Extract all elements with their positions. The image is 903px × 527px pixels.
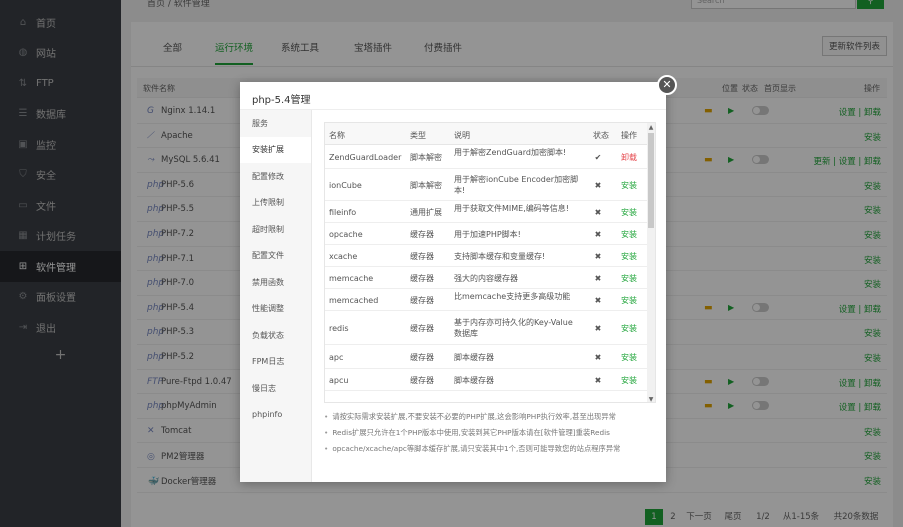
ext-op-button[interactable]: 卸载 <box>621 152 645 163</box>
modal-nav-item[interactable]: 负载状态 <box>240 322 311 349</box>
bullet-icon: • <box>324 428 329 437</box>
extension-row: ZendGuardLoader 脚本解密 用于解密ZendGuard加密脚本! … <box>325 145 649 169</box>
extension-row: xcache 缓存器 支持脚本缓存和变量缓存! ✖ 安装 <box>325 245 649 267</box>
ext-op-button[interactable]: 安装 <box>621 251 645 262</box>
ext-type: 缓存器 <box>410 375 434 385</box>
ext-op-button[interactable]: 安装 <box>621 229 645 240</box>
modal-nav-item[interactable]: 慢日志 <box>240 375 311 402</box>
ext-desc: 脚本缓存器 <box>454 375 494 385</box>
ext-desc: 用于解密ionCube Encoder加密脚本! <box>454 175 579 195</box>
ext-status-icon: ✖ <box>594 323 602 333</box>
modal-nav: 服务 安装扩展 配置修改 上传限制 超时限制 配置文件 禁用函数 性能调整 负载状态 FPM日志慢… <box>240 110 312 482</box>
ext-type: 缓存器 <box>410 295 434 305</box>
ext-status-icon: ✖ <box>594 352 602 362</box>
ext-status-icon: ✖ <box>594 207 602 217</box>
modal-nav-item[interactable]: 配置修改 <box>240 163 311 190</box>
ext-type: 缓存器 <box>410 323 434 333</box>
ext-name: ZendGuardLoader <box>329 152 402 162</box>
ext-desc: 用于解密ZendGuard加密脚本! <box>454 148 567 157</box>
modal-title: php-5.4管理 <box>252 95 311 106</box>
ext-status-icon: ✖ <box>594 273 602 283</box>
extension-row: ionCube 脚本解密 用于解密ionCube Encoder加密脚本! ✖ … <box>325 169 649 201</box>
ext-type: 脚本解密 <box>410 180 442 190</box>
ext-op-button[interactable]: 安装 <box>621 180 645 191</box>
php-manage-modal: php-5.4管理 服务 安装扩展 配置修改 上传限制 超时限制 配置文件 禁用函数 性能调整… <box>240 82 666 482</box>
modal-nav-item[interactable]: 服务 <box>240 110 311 137</box>
note-text: Redis扩展只允许在1个PHP版本中使用,安装到其它PHP版本请在[软件管理]… <box>332 428 610 437</box>
ext-op-button[interactable]: 安装 <box>621 207 645 218</box>
ext-name: xcache <box>329 251 358 261</box>
note-item: • 请按实际需求安装扩展,不要安装不必要的PHP扩展,这会影响PHP执行效率,甚至… <box>324 412 660 422</box>
scroll-down-icon[interactable]: ▼ <box>647 396 655 402</box>
ext-status-icon: ✔ <box>594 152 602 162</box>
ext-col-op: 操作 <box>621 131 637 140</box>
note-item: • Redis扩展只允许在1个PHP版本中使用,安装到其它PHP版本请在[软件管理… <box>324 428 660 438</box>
ext-type: 通用扩展 <box>410 207 442 217</box>
ext-name: memcached <box>329 295 379 305</box>
ext-col-status: 状态 <box>593 131 609 140</box>
ext-op-button[interactable]: 安装 <box>621 375 645 386</box>
ext-desc: 脚本缓存器 <box>454 352 494 362</box>
modal-nav-item[interactable]: 安装扩展 <box>240 136 311 163</box>
ext-desc: 比memcache支持更多高级功能 <box>454 292 571 301</box>
ext-status-icon: ✖ <box>594 251 602 261</box>
extension-row: memcache 缓存器 强大的内容缓存器 ✖ 安装 <box>325 267 649 289</box>
bullet-icon: • <box>324 444 329 453</box>
notes: • 请按实际需求安装扩展,不要安装不必要的PHP扩展,这会影响PHP执行效率,甚至… <box>324 412 660 460</box>
ext-type: 缓存器 <box>410 352 434 362</box>
ext-desc: 基于内存亦可持久化的Key-Value数据库 <box>454 318 573 338</box>
ext-op-button[interactable]: 安装 <box>621 323 645 334</box>
note-text: 请按实际需求安装扩展,不要安装不必要的PHP扩展,这会影响PHP执行效率,甚至出… <box>332 412 616 421</box>
extension-row: redis 缓存器 基于内存亦可持久化的Key-Value数据库 ✖ 安装 <box>325 311 649 345</box>
ext-name: redis <box>329 323 349 333</box>
modal-nav-item[interactable]: 上传限制 <box>240 190 311 217</box>
ext-op-button[interactable]: 安装 <box>621 295 645 306</box>
ext-type: 脚本解密 <box>410 152 442 162</box>
ext-status-icon: ✖ <box>594 375 602 385</box>
ext-col-type: 类型 <box>410 131 426 140</box>
scrollbar-thumb[interactable] <box>648 133 654 228</box>
ext-col-desc: 说明 <box>454 131 470 140</box>
note-item: • opcache/xcache/apc等脚本缓存扩展,请只安装其中1个,否则可能… <box>324 444 660 454</box>
ext-name: ionCube <box>329 180 362 190</box>
ext-name: apcu <box>329 375 349 385</box>
modal-nav-item[interactable]: 配置文件 <box>240 243 311 270</box>
extension-table: 名称 类型 说明 状态 操作 ZendGuardLoader 脚本解密 用于解密… <box>324 122 656 403</box>
ext-desc: 支持脚本缓存和变量缓存! <box>454 251 546 261</box>
modal-nav-item[interactable]: 性能调整 <box>240 296 311 323</box>
extension-row: apc 缓存器 脚本缓存器 ✖ 安装 <box>325 345 649 369</box>
ext-op-button[interactable]: 安装 <box>621 273 645 284</box>
extension-row: apcu 缓存器 脚本缓存器 ✖ 安装 <box>325 369 649 391</box>
modal-nav-item[interactable]: 禁用函数 <box>240 269 311 296</box>
ext-desc: 用于获取文件MIME,编码等信息! <box>454 204 569 213</box>
modal-nav-item[interactable]: FPM日志 <box>240 349 311 376</box>
ext-status-icon: ✖ <box>594 229 602 239</box>
scrollbar[interactable]: ▲ ▼ <box>647 123 655 402</box>
extension-row: opcache 缓存器 用于加速PHP脚本! ✖ 安装 <box>325 223 649 245</box>
ext-type: 缓存器 <box>410 273 434 283</box>
ext-name: apc <box>329 352 344 362</box>
ext-name: memcache <box>329 273 374 283</box>
ext-name: opcache <box>329 229 363 239</box>
ext-col-name: 名称 <box>329 131 345 140</box>
ext-type: 缓存器 <box>410 229 434 239</box>
close-modal-button[interactable]: ✕ <box>657 75 677 95</box>
ext-status-icon: ✖ <box>594 180 602 190</box>
ext-desc: 用于加速PHP脚本! <box>454 229 521 239</box>
note-text: opcache/xcache/apc等脚本缓存扩展,请只安装其中1个,否则可能导… <box>332 444 621 453</box>
extension-table-header: 名称 类型 说明 状态 操作 <box>325 123 655 145</box>
ext-desc: 强大的内容缓存器 <box>454 273 518 283</box>
extension-row: fileinfo 通用扩展 用于获取文件MIME,编码等信息! ✖ 安装 <box>325 201 649 223</box>
modal-nav-item[interactable]: 超时限制 <box>240 216 311 243</box>
close-icon: ✕ <box>662 78 672 91</box>
extension-row: memcached 缓存器 比memcache支持更多高级功能 ✖ 安装 <box>325 289 649 311</box>
ext-type: 缓存器 <box>410 251 434 261</box>
ext-name: fileinfo <box>329 207 357 217</box>
modal-nav-item[interactable]: phpinfo <box>240 402 311 429</box>
scroll-up-icon[interactable]: ▲ <box>647 124 655 131</box>
ext-status-icon: ✖ <box>594 295 602 305</box>
ext-op-button[interactable]: 安装 <box>621 352 645 363</box>
bullet-icon: • <box>324 412 329 421</box>
